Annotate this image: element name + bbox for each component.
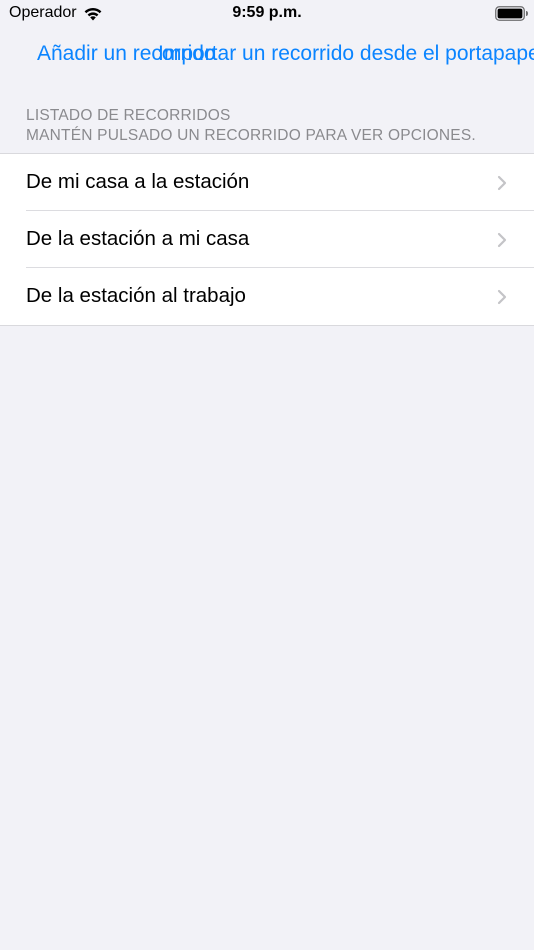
section-hint: MANTÉN PULSADO UN RECORRIDO PARA VER OPC… [26,126,476,144]
route-label: De la estación al trabajo [26,284,246,307]
route-row[interactable]: De la estación a mi casa [0,210,534,268]
status-bar: Operador 9:59 p.m. [0,0,534,28]
section-header: LISTADO DE RECORRIDOS MANTÉN PULSADO UN … [26,106,526,145]
route-label: De la estación a mi casa [26,227,250,250]
battery-icon [495,6,528,21]
status-time: 9:59 p.m. [232,4,302,21]
section-title: LISTADO DE RECORRIDOS [26,107,231,124]
route-row[interactable]: De la estación al trabajo [0,267,534,325]
chevron-right-icon [497,175,507,191]
route-list: De mi casa a la estación De la estación … [0,153,534,326]
route-row[interactable]: De mi casa a la estación [0,154,534,211]
chevron-right-icon [497,232,507,248]
chevron-right-icon [497,289,507,305]
import-route-button[interactable]: Importar un recorrido desde el portapape… [158,42,534,66]
navigation-bar: Añadir un recorrido Importar un recorrid… [0,28,534,84]
route-label: De mi casa a la estación [26,170,250,193]
